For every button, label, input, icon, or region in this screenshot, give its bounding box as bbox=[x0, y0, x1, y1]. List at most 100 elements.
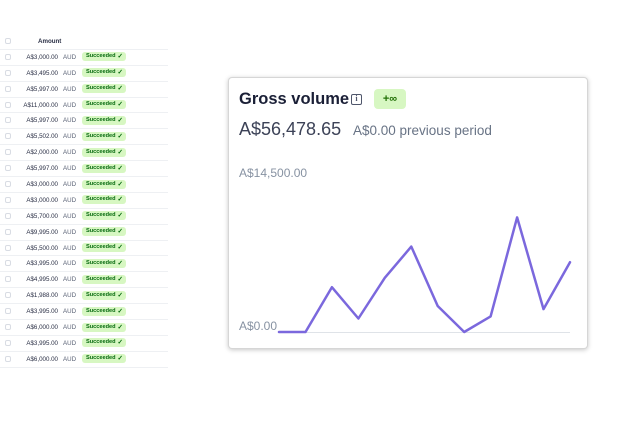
row-checkbox[interactable] bbox=[5, 276, 11, 283]
amount-cell: A$3,000.00 bbox=[26, 53, 58, 61]
status-badge: Succeeded ✓ bbox=[82, 179, 126, 189]
row-checkbox[interactable] bbox=[5, 69, 11, 76]
table-row[interactable]: A$6,000.00 AUD Succeeded ✓ bbox=[0, 320, 168, 336]
table-row[interactable]: A$5,997.00 AUD Succeeded ✓ bbox=[0, 113, 168, 130]
row-checkbox[interactable] bbox=[5, 101, 11, 108]
table-row[interactable]: A$3,000.00 AUD Succeeded ✓ bbox=[0, 193, 168, 209]
select-all-checkbox[interactable] bbox=[5, 38, 11, 44]
y-tick-min: A$0.00 bbox=[239, 319, 277, 333]
row-checkbox[interactable] bbox=[5, 292, 11, 299]
status-badge: Succeeded ✓ bbox=[82, 163, 126, 173]
table-row[interactable]: A$5,500.00 AUD Succeeded ✓ bbox=[0, 241, 168, 257]
check-icon: ✓ bbox=[117, 69, 123, 77]
currency-cell: AUD bbox=[63, 244, 77, 252]
amount-cell: A$4,995.00 bbox=[26, 276, 58, 284]
row-checkbox[interactable] bbox=[5, 260, 11, 267]
row-checkbox[interactable] bbox=[5, 181, 11, 188]
status-label: Succeeded bbox=[86, 323, 116, 330]
table-row[interactable]: A$5,700.00 AUD Succeeded ✓ bbox=[0, 209, 168, 225]
row-checkbox[interactable] bbox=[5, 339, 11, 346]
status-badge: Succeeded ✓ bbox=[82, 243, 126, 253]
currency-cell: AUD bbox=[63, 133, 77, 141]
table-row[interactable]: A$5,997.00 AUD Succeeded ✓ bbox=[0, 161, 168, 178]
status-badge: Succeeded ✓ bbox=[82, 290, 126, 300]
status-label: Succeeded bbox=[86, 116, 116, 123]
check-icon: ✓ bbox=[117, 101, 123, 109]
table-body: A$3,000.00 AUD Succeeded ✓ A$3,495.00 AUD Succ… bbox=[0, 50, 168, 368]
check-icon: ✓ bbox=[117, 228, 123, 236]
status-badge: Succeeded ✓ bbox=[82, 354, 126, 364]
amount-cell: A$2,000.00 bbox=[26, 149, 58, 157]
currency-cell: AUD bbox=[63, 149, 77, 157]
status-label: Succeeded bbox=[86, 212, 116, 219]
check-icon: ✓ bbox=[117, 339, 123, 347]
status-badge: Succeeded ✓ bbox=[82, 211, 126, 221]
row-checkbox[interactable] bbox=[5, 228, 11, 235]
row-checkbox[interactable] bbox=[5, 53, 11, 60]
table-row[interactable]: A$5,997.00 AUD Succeeded ✓ bbox=[0, 82, 168, 98]
status-label: Succeeded bbox=[86, 85, 116, 92]
table-row[interactable]: A$2,000.00 AUD Succeeded ✓ bbox=[0, 145, 168, 162]
amount-cell: A$5,997.00 bbox=[26, 165, 58, 173]
table-header: Amount bbox=[0, 34, 168, 50]
amount-column-header[interactable]: Amount bbox=[38, 38, 61, 45]
status-label: Succeeded bbox=[86, 228, 116, 235]
amount-cell: A$5,500.00 bbox=[26, 244, 58, 252]
status-badge: Succeeded ✓ bbox=[82, 100, 126, 110]
status-badge: Succeeded ✓ bbox=[82, 147, 126, 157]
currency-cell: AUD bbox=[63, 324, 77, 332]
amount-cell: A$11,000.00 bbox=[23, 101, 58, 109]
status-label: Succeeded bbox=[86, 132, 116, 139]
amount-cell: A$3,495.00 bbox=[26, 69, 58, 77]
amount-cell: A$5,997.00 bbox=[26, 117, 58, 125]
table-row[interactable]: A$3,995.00 AUD Succeeded ✓ bbox=[0, 256, 168, 273]
table-row[interactable]: A$3,000.00 AUD Succeeded ✓ bbox=[0, 177, 168, 193]
check-icon: ✓ bbox=[117, 259, 123, 267]
amount-cell: A$9,995.00 bbox=[26, 228, 58, 236]
status-badge: Succeeded ✓ bbox=[82, 322, 126, 332]
table-row[interactable]: A$9,995.00 AUD Succeeded ✓ bbox=[0, 225, 168, 241]
check-icon: ✓ bbox=[117, 116, 123, 124]
row-checkbox[interactable] bbox=[5, 85, 11, 92]
table-row[interactable]: A$3,495.00 AUD Succeeded ✓ bbox=[0, 66, 168, 82]
payments-table: Amount A$3,000.00 AUD Succeeded ✓ A$3,495.00… bbox=[0, 34, 168, 368]
currency-cell: AUD bbox=[63, 212, 77, 220]
currency-cell: AUD bbox=[63, 53, 77, 61]
row-checkbox[interactable] bbox=[5, 149, 11, 156]
row-checkbox[interactable] bbox=[5, 308, 11, 315]
status-label: Succeeded bbox=[86, 339, 116, 346]
table-row[interactable]: A$11,000.00 AUD Succeeded ✓ bbox=[0, 98, 168, 114]
row-checkbox[interactable] bbox=[5, 196, 11, 203]
status-badge: Succeeded ✓ bbox=[82, 131, 126, 141]
table-row[interactable]: A$3,000.00 AUD Succeeded ✓ bbox=[0, 50, 168, 66]
status-badge: Succeeded ✓ bbox=[82, 227, 126, 237]
check-icon: ✓ bbox=[117, 244, 123, 252]
row-checkbox[interactable] bbox=[5, 324, 11, 331]
status-badge: Succeeded ✓ bbox=[82, 306, 126, 316]
amount-cell: A$6,000.00 bbox=[26, 355, 58, 363]
status-badge: Succeeded ✓ bbox=[82, 84, 126, 94]
row-checkbox[interactable] bbox=[5, 165, 11, 172]
series-line bbox=[277, 216, 572, 334]
row-checkbox[interactable] bbox=[5, 355, 11, 362]
currency-cell: AUD bbox=[63, 101, 77, 109]
currency-cell: AUD bbox=[63, 196, 77, 204]
check-icon: ✓ bbox=[117, 132, 123, 140]
status-label: Succeeded bbox=[86, 69, 116, 76]
status-badge: Succeeded ✓ bbox=[82, 68, 126, 78]
status-badge: Succeeded ✓ bbox=[82, 338, 126, 348]
table-row[interactable]: A$1,988.00 AUD Succeeded ✓ bbox=[0, 288, 168, 305]
row-checkbox[interactable] bbox=[5, 133, 11, 140]
table-row[interactable]: A$4,995.00 AUD Succeeded ✓ bbox=[0, 272, 168, 289]
row-checkbox[interactable] bbox=[5, 212, 11, 219]
table-row[interactable]: A$3,995.00 AUD Succeeded ✓ bbox=[0, 336, 168, 352]
status-badge: Succeeded ✓ bbox=[82, 115, 126, 125]
y-tick-max: A$14,500.00 bbox=[239, 166, 307, 180]
status-label: Succeeded bbox=[86, 275, 116, 282]
table-row[interactable]: A$3,995.00 AUD Succeeded ✓ bbox=[0, 304, 168, 321]
table-row[interactable]: A$6,000.00 AUD Succeeded ✓ bbox=[0, 352, 168, 368]
row-checkbox[interactable] bbox=[5, 244, 11, 251]
row-checkbox[interactable] bbox=[5, 117, 11, 124]
table-row[interactable]: A$5,502.00 AUD Succeeded ✓ bbox=[0, 129, 168, 146]
gross-volume-card[interactable]: Gross volume i +∞ A$56,478.65 A$0.00 pre… bbox=[229, 78, 587, 348]
